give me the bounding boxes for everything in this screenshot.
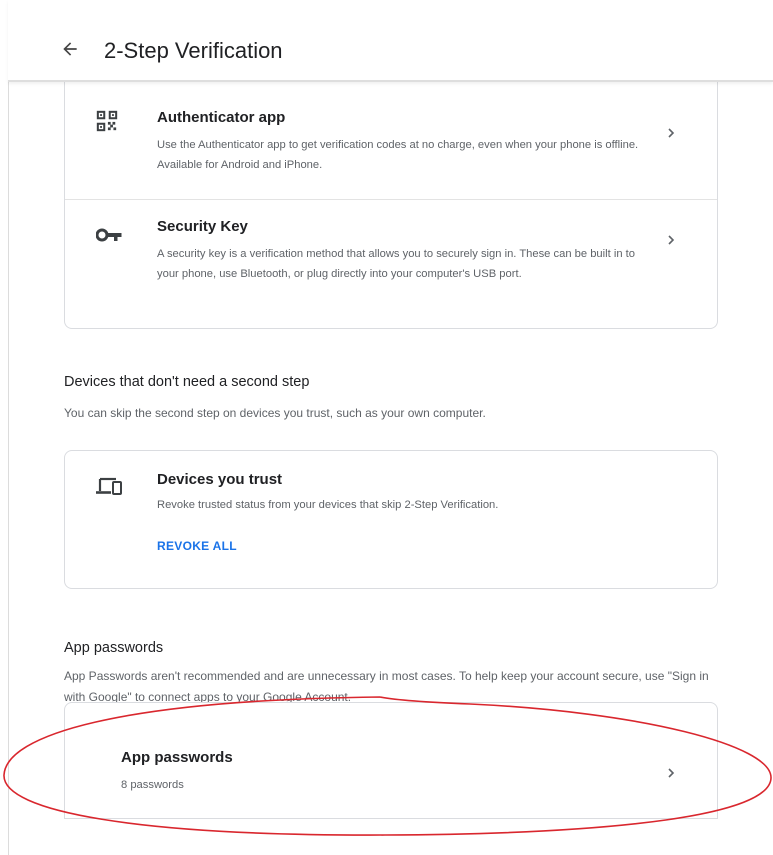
devices-icon [96, 477, 122, 495]
app-passwords-card[interactable]: App passwords 8 passwords [64, 702, 718, 819]
authenticator-app-description: Use the Authenticator app to get verific… [157, 139, 639, 171]
devices-section-description: You can skip the second step on devices … [64, 406, 486, 420]
key-icon [96, 228, 122, 242]
devices-section-title: Devices that don't need a second step [64, 374, 310, 390]
trusted-devices-title: Devices you trust [157, 471, 283, 488]
trusted-devices-card: Devices you trust Revoke trusted status … [64, 450, 718, 589]
app-passwords-count: 8 passwords [121, 779, 184, 791]
security-key-description: A security key is a verification method … [157, 248, 635, 280]
page-title: 2-Step Verification [104, 38, 283, 63]
arrow-back-icon[interactable] [60, 39, 80, 59]
top-app-bar: 2-Step Verification [8, 0, 773, 82]
authenticator-app-row[interactable]: Authenticator app Use the Authenticator … [65, 66, 717, 199]
chevron-right-icon [668, 768, 675, 778]
qr-code-icon [96, 110, 118, 132]
chevron-right-icon [668, 128, 675, 138]
security-key-row[interactable]: Security Key A security key is a verific… [65, 199, 717, 329]
methods-card: Authenticator app Use the Authenticator … [64, 66, 718, 329]
app-passwords-title: App passwords [121, 749, 233, 766]
authenticator-app-title: Authenticator app [157, 109, 286, 126]
security-key-title: Security Key [157, 218, 248, 235]
app-passwords-section-title: App passwords [64, 640, 164, 656]
chevron-right-icon [668, 235, 675, 245]
revoke-all-button[interactable]: REVOKE ALL [157, 539, 237, 553]
trusted-devices-description: Revoke trusted status from your devices … [157, 499, 499, 511]
